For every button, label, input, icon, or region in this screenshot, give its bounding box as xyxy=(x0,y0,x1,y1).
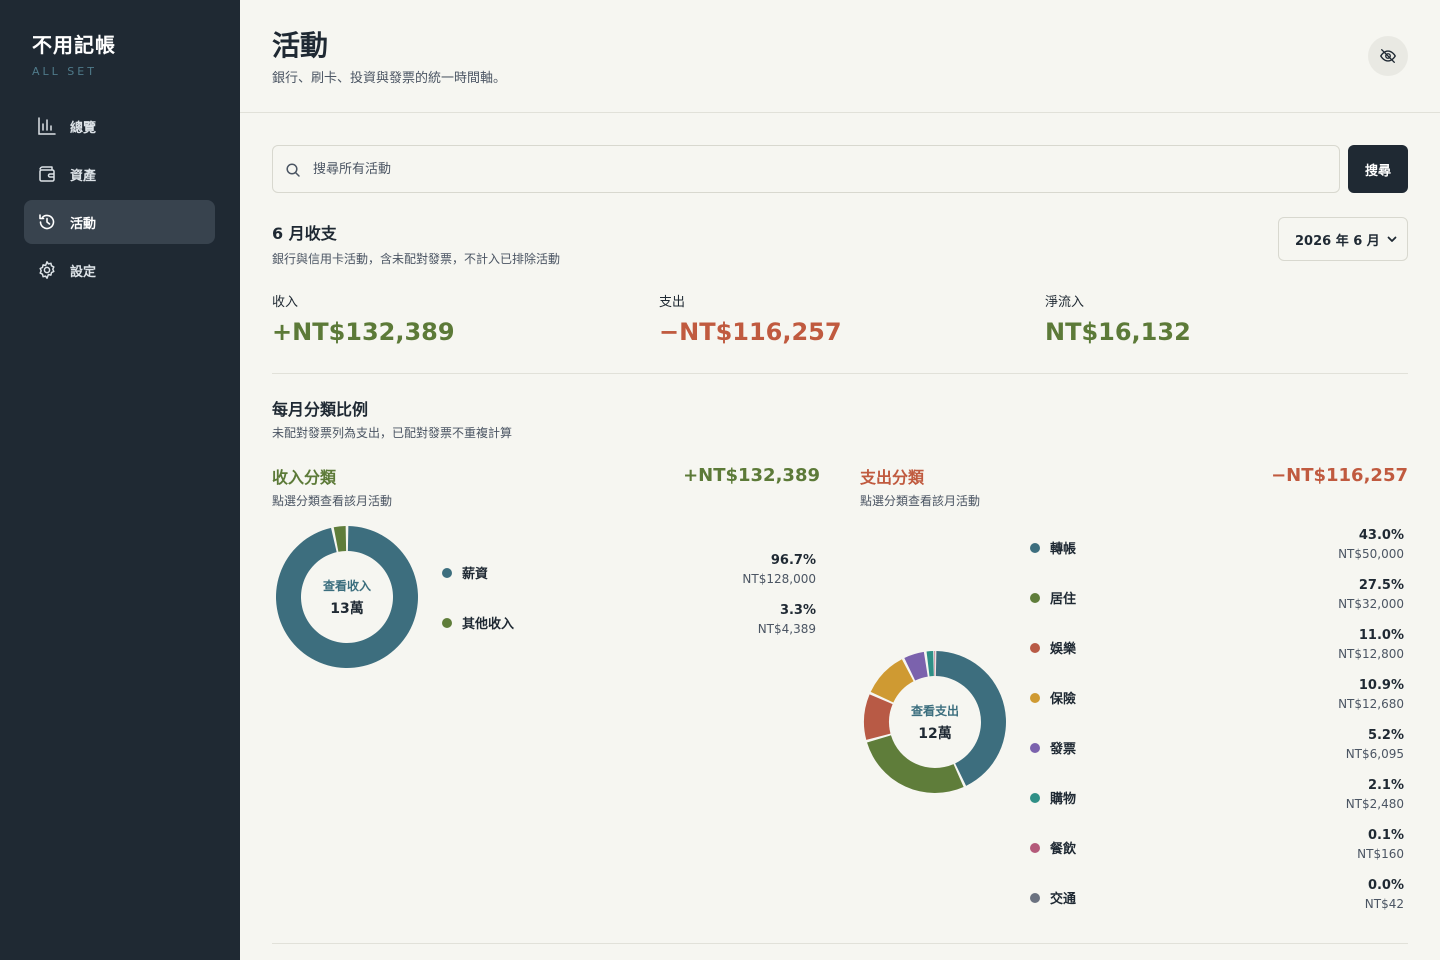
sidebar-item-overview[interactable]: 總覽 xyxy=(24,104,215,148)
legend-percent: 27.5% xyxy=(1358,578,1404,593)
legend-amount: NT$12,800 xyxy=(1338,647,1404,661)
income-breakdown-total: +NT$132,389 xyxy=(683,465,820,486)
legend-dot xyxy=(1030,693,1040,703)
income-breakdown-hint: 點選分類查看該月活動 xyxy=(272,494,393,508)
legend-name[interactable]: 居住 xyxy=(1050,588,1076,607)
legend-name[interactable]: 其他收入 xyxy=(462,613,514,632)
search-icon xyxy=(285,162,301,178)
legend-amount: NT$4,389 xyxy=(757,622,816,636)
expense-donut-value: 12萬 xyxy=(918,726,952,742)
summary-title: 6 月收支 xyxy=(272,224,337,243)
search-input[interactable] xyxy=(313,146,1313,192)
page-title: 活動 xyxy=(272,29,329,62)
legend-percent: 43.0% xyxy=(1358,528,1404,543)
legend-percent: 0.0% xyxy=(1367,878,1404,893)
bar-chart-icon xyxy=(37,116,57,136)
legend-amount: NT$160 xyxy=(1357,847,1404,861)
expense-value: −NT$116,257 xyxy=(659,318,842,346)
legend-dot xyxy=(1030,743,1040,753)
legend-amount: NT$128,000 xyxy=(742,572,816,586)
sidebar-nav: 總覽 資產 活動 設定 xyxy=(24,104,215,296)
sidebar: 不用記帳 ALL SET 總覽 資產 活動 設定 xyxy=(0,0,240,960)
sidebar-item-label: 活動 xyxy=(70,216,97,232)
legend-percent: 0.1% xyxy=(1367,828,1404,843)
legend-name[interactable]: 保險 xyxy=(1050,688,1076,707)
legend-name[interactable]: 轉帳 xyxy=(1050,538,1076,557)
summary-subtitle: 銀行與信用卡活動，含未配對發票，不計入已排除活動 xyxy=(272,252,561,266)
legend-amount: NT$12,680 xyxy=(1338,697,1404,711)
legend-dot xyxy=(1030,643,1040,653)
legend-percent: 96.7% xyxy=(770,553,816,568)
expense-donut-center[interactable]: 查看支出 12萬 xyxy=(875,702,995,743)
gear-icon xyxy=(37,260,57,280)
legend-percent: 10.9% xyxy=(1358,678,1404,693)
eye-off-icon xyxy=(1379,47,1397,65)
donut-segment[interactable] xyxy=(926,651,934,677)
sidebar-item-assets[interactable]: 資產 xyxy=(24,152,215,196)
legend-percent: 3.3% xyxy=(779,603,816,618)
expense-breakdown-hint: 點選分類查看該月活動 xyxy=(860,494,981,508)
month-select-value: 2026 年 6 月 xyxy=(1295,233,1380,249)
breakdown-title: 每月分類比例 xyxy=(272,400,369,419)
net-value: NT$16,132 xyxy=(1045,318,1191,346)
expense-breakdown-title: 支出分類 xyxy=(860,468,925,487)
page-header: 活動 銀行、刷卡、投資與發票的統一時間軸。 xyxy=(240,0,1440,113)
legend-amount: NT$50,000 xyxy=(1338,547,1404,561)
donut-segment[interactable] xyxy=(934,651,936,677)
app-subtitle: ALL SET xyxy=(32,65,97,78)
income-label: 收入 xyxy=(272,295,299,310)
expense-breakdown-total: −NT$116,257 xyxy=(1271,465,1408,486)
month-select[interactable]: 2026 年 6 月 xyxy=(1278,217,1408,261)
chevron-down-icon xyxy=(1385,232,1399,246)
page-subtitle: 銀行、刷卡、投資與發票的統一時間軸。 xyxy=(272,71,507,86)
legend-name[interactable]: 發票 xyxy=(1050,738,1076,757)
sidebar-item-label: 資產 xyxy=(70,168,97,184)
divider xyxy=(272,373,1408,374)
divider xyxy=(272,943,1408,944)
income-donut-value: 13萬 xyxy=(330,601,364,617)
breakdown-subtitle: 未配對發票列為支出，已配對發票不重複計算 xyxy=(272,426,513,440)
search-button[interactable]: 搜尋 xyxy=(1348,145,1408,193)
view-expense-link[interactable]: 查看支出 xyxy=(875,702,995,719)
legend-name[interactable]: 薪資 xyxy=(462,563,488,582)
legend-dot xyxy=(1030,543,1040,553)
legend-amount: NT$6,095 xyxy=(1345,747,1404,761)
legend-dot xyxy=(1030,843,1040,853)
sidebar-item-activity[interactable]: 活動 xyxy=(24,200,215,244)
legend-dot xyxy=(1030,593,1040,603)
sidebar-item-label: 設定 xyxy=(70,264,97,280)
legend-name[interactable]: 餐飲 xyxy=(1050,838,1076,857)
legend-name[interactable]: 娛樂 xyxy=(1050,638,1076,657)
legend-percent: 5.2% xyxy=(1367,728,1404,743)
legend-percent: 11.0% xyxy=(1358,628,1404,643)
net-label: 淨流入 xyxy=(1045,295,1085,310)
hide-amounts-button[interactable] xyxy=(1368,36,1408,76)
app-title: 不用記帳 xyxy=(32,33,116,57)
search-box[interactable] xyxy=(272,145,1340,193)
donut-segment[interactable] xyxy=(870,659,914,703)
income-value: +NT$132,389 xyxy=(272,318,455,346)
expense-label: 支出 xyxy=(659,295,686,310)
legend-dot xyxy=(1030,793,1040,803)
donut-segment[interactable] xyxy=(867,735,964,793)
legend-name[interactable]: 交通 xyxy=(1050,888,1076,907)
view-income-link[interactable]: 查看收入 xyxy=(287,577,407,594)
legend-name[interactable]: 購物 xyxy=(1050,788,1076,807)
sidebar-item-settings[interactable]: 設定 xyxy=(24,248,215,292)
wallet-icon xyxy=(37,164,57,184)
legend-amount: NT$42 xyxy=(1364,897,1404,911)
legend-dot xyxy=(1030,893,1040,903)
legend-amount: NT$2,480 xyxy=(1345,797,1404,811)
history-icon xyxy=(37,212,57,232)
legend-dot xyxy=(442,568,452,578)
legend-dot xyxy=(442,618,452,628)
income-breakdown-title: 收入分類 xyxy=(272,468,337,487)
legend-percent: 2.1% xyxy=(1367,778,1404,793)
income-donut-center[interactable]: 查看收入 13萬 xyxy=(287,577,407,618)
sidebar-item-label: 總覽 xyxy=(70,120,97,136)
legend-amount: NT$32,000 xyxy=(1338,597,1404,611)
